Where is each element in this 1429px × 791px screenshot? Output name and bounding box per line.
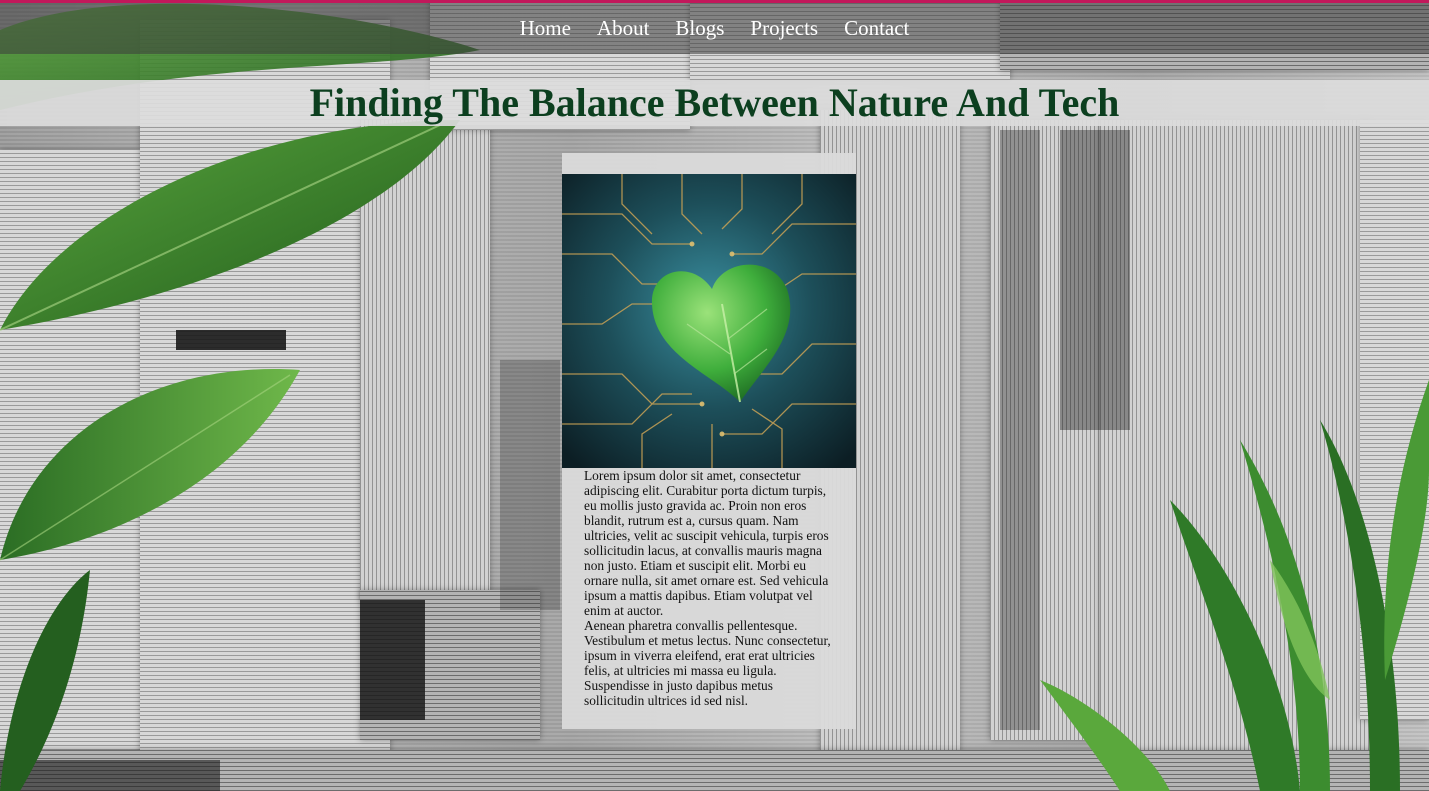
main-navigation: Home About Blogs Projects Contact	[0, 3, 1429, 54]
nav-link-blogs[interactable]: Blogs	[662, 3, 737, 54]
title-banner: Finding The Balance Between Nature And T…	[0, 80, 1429, 126]
page-title: Finding The Balance Between Nature And T…	[309, 80, 1120, 125]
nav-link-projects[interactable]: Projects	[737, 3, 831, 54]
heart-leaf-circuit-image	[562, 174, 856, 468]
nav-link-home[interactable]: Home	[507, 3, 584, 54]
nav-link-contact[interactable]: Contact	[831, 3, 922, 54]
article-paragraph: Lorem ipsum dolor sit amet, consectetur …	[584, 468, 829, 618]
article-card: Lorem ipsum dolor sit amet, consectetur …	[562, 153, 856, 729]
nav-link-about[interactable]: About	[584, 3, 663, 54]
article-body: Lorem ipsum dolor sit amet, consectetur …	[584, 468, 836, 708]
article-paragraph: Aenean pharetra convallis pellentesque. …	[584, 618, 831, 708]
hero-image	[562, 174, 856, 468]
